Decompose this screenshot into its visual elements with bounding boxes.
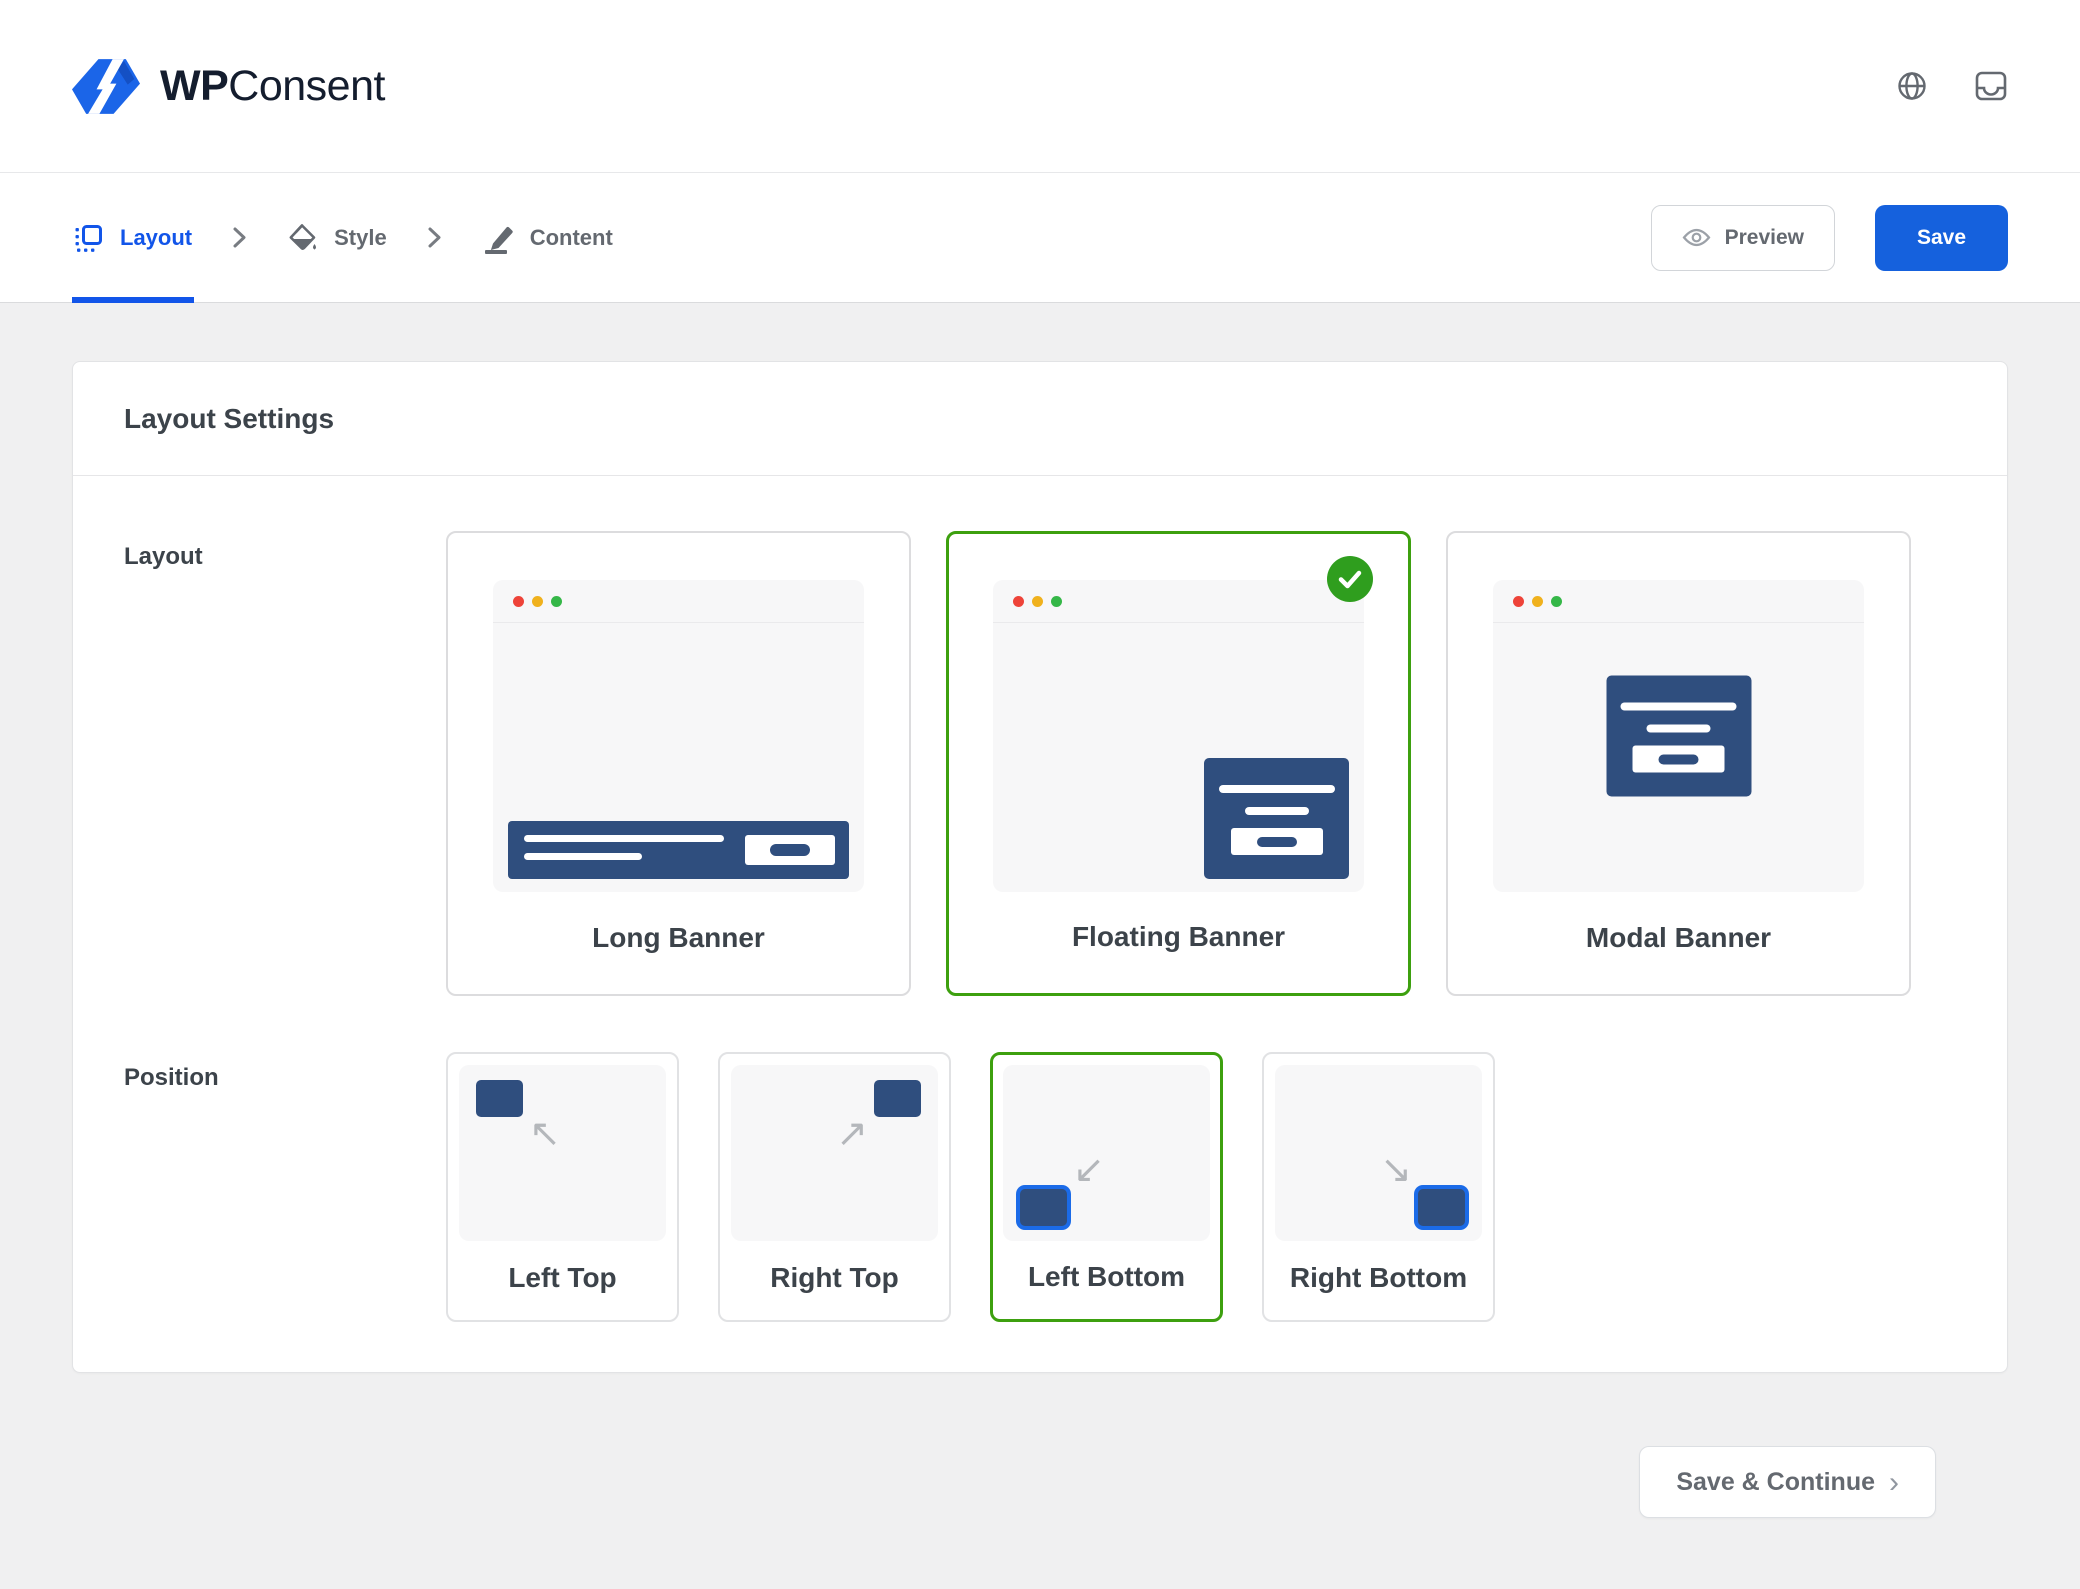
wizard-tabs: Layout Style	[72, 173, 615, 302]
preview-button-label: Preview	[1725, 226, 1804, 250]
text-line-placeholder	[1219, 785, 1335, 793]
save-and-continue-button[interactable]: Save & Continue ›	[1639, 1446, 1936, 1518]
brand-logo: WPConsent	[72, 59, 385, 114]
brand-name-bold: WP	[160, 62, 228, 110]
button-placeholder	[745, 835, 835, 865]
traffic-dot-yellow	[1532, 596, 1543, 607]
browser-mockup	[493, 580, 864, 892]
arrow-up-right-icon: ↗	[836, 1115, 868, 1153]
chevron-right-icon: ›	[1889, 1466, 1899, 1498]
traffic-dot-yellow	[532, 596, 543, 607]
selected-check-icon	[1327, 556, 1373, 602]
inbox-tray-icon[interactable]	[1974, 70, 2008, 102]
traffic-dots	[493, 580, 864, 623]
position-preview-panel: ↖	[459, 1065, 666, 1241]
layout-row: Layout	[73, 476, 2007, 996]
position-preview-panel: ↘	[1275, 1065, 1482, 1241]
active-tab-underline	[72, 297, 194, 303]
traffic-dot-green	[551, 596, 562, 607]
tab-content[interactable]: Content	[480, 173, 615, 302]
tab-bar: Layout Style	[0, 172, 2080, 303]
tab-layout-label: Layout	[120, 225, 192, 251]
text-line-placeholder	[524, 853, 642, 860]
header-actions	[1896, 70, 2008, 102]
button-pill	[1257, 837, 1297, 847]
arrow-down-right-icon: ↘	[1380, 1151, 1412, 1189]
browser-mockup	[1493, 580, 1864, 892]
traffic-dot-red	[1513, 596, 1524, 607]
layout-icon	[74, 223, 104, 253]
tab-content-label: Content	[530, 225, 613, 251]
position-row: Position ↖ Left Top ↗ Right Top	[73, 996, 2007, 1372]
text-line-placeholder	[1621, 703, 1737, 711]
save-and-continue-label: Save & Continue	[1676, 1468, 1875, 1497]
pencil-icon	[482, 222, 514, 254]
text-line-placeholder	[524, 835, 724, 842]
position-option-label: Left Top	[448, 1262, 677, 1294]
chevron-right-icon	[232, 224, 247, 251]
save-button-label: Save	[1917, 226, 1966, 249]
tab-style-label: Style	[334, 225, 387, 251]
traffic-dot-red	[1013, 596, 1024, 607]
layout-option-label: Long Banner	[448, 922, 909, 954]
arrow-up-left-icon: ↖	[529, 1115, 561, 1153]
layout-option-long-banner[interactable]: Long Banner	[446, 531, 911, 996]
button-placeholder	[1633, 746, 1725, 773]
traffic-dots	[1493, 580, 1864, 623]
traffic-dot-red	[513, 596, 524, 607]
position-option-right-top[interactable]: ↗ Right Top	[718, 1052, 951, 1322]
preview-button[interactable]: Preview	[1651, 205, 1835, 271]
wpconsent-logo-icon	[72, 59, 140, 114]
globe-icon[interactable]	[1896, 70, 1928, 102]
browser-mockup	[993, 580, 1364, 892]
position-option-left-top[interactable]: ↖ Left Top	[446, 1052, 679, 1322]
traffic-dot-green	[1551, 596, 1562, 607]
layout-settings-card: Layout Settings Layout	[72, 361, 2008, 1373]
long-banner-preview	[508, 821, 849, 879]
footer-actions: Save & Continue ›	[72, 1373, 2008, 1518]
position-option-label: Right Top	[720, 1262, 949, 1294]
brand-name: WPConsent	[160, 62, 385, 111]
position-option-label: Right Bottom	[1264, 1262, 1493, 1294]
layout-option-modal-banner[interactable]: Modal Banner	[1446, 531, 1911, 996]
section-title: Layout Settings	[73, 362, 2007, 476]
position-row-label: Position	[124, 1052, 446, 1322]
tab-bar-actions: Preview Save	[1651, 205, 2008, 271]
text-line-placeholder	[1647, 725, 1711, 733]
banner-square	[1418, 1189, 1465, 1226]
position-option-left-bottom[interactable]: ↙ Left Bottom	[990, 1052, 1223, 1322]
position-option-right-bottom[interactable]: ↘ Right Bottom	[1262, 1052, 1495, 1322]
position-option-label: Left Bottom	[993, 1261, 1220, 1293]
text-line-placeholder	[1245, 807, 1309, 815]
chevron-right-icon	[427, 224, 442, 251]
traffic-dot-yellow	[1032, 596, 1043, 607]
traffic-dot-green	[1051, 596, 1062, 607]
layout-options: Long Banner	[446, 531, 1911, 996]
main-content: Layout Settings Layout	[0, 303, 2080, 1518]
arrow-down-left-icon: ↙	[1073, 1151, 1105, 1189]
tab-layout[interactable]: Layout	[72, 173, 194, 302]
traffic-dots	[993, 580, 1364, 623]
banner-square	[874, 1080, 921, 1117]
position-options: ↖ Left Top ↗ Right Top ↙ Le	[446, 1052, 1495, 1322]
brand-name-regular: Consent	[228, 62, 385, 110]
eye-icon	[1682, 227, 1711, 248]
layout-option-floating-banner[interactable]: Floating Banner	[946, 531, 1411, 996]
banner-square	[1020, 1189, 1067, 1226]
position-preview-panel: ↙	[1003, 1065, 1210, 1241]
layout-row-label: Layout	[124, 531, 446, 996]
button-placeholder	[1231, 828, 1323, 855]
layout-option-label: Floating Banner	[949, 921, 1408, 953]
modal-banner-preview	[1606, 676, 1751, 797]
button-pill	[1659, 754, 1699, 764]
floating-banner-preview	[1204, 758, 1349, 879]
layout-option-label: Modal Banner	[1448, 922, 1909, 954]
button-pill	[770, 844, 810, 856]
paint-bucket-icon	[287, 222, 318, 253]
save-button[interactable]: Save	[1875, 205, 2008, 271]
position-preview-panel: ↗	[731, 1065, 938, 1241]
banner-square	[476, 1080, 523, 1117]
app-header: WPConsent	[0, 0, 2080, 172]
tab-style[interactable]: Style	[285, 173, 389, 302]
